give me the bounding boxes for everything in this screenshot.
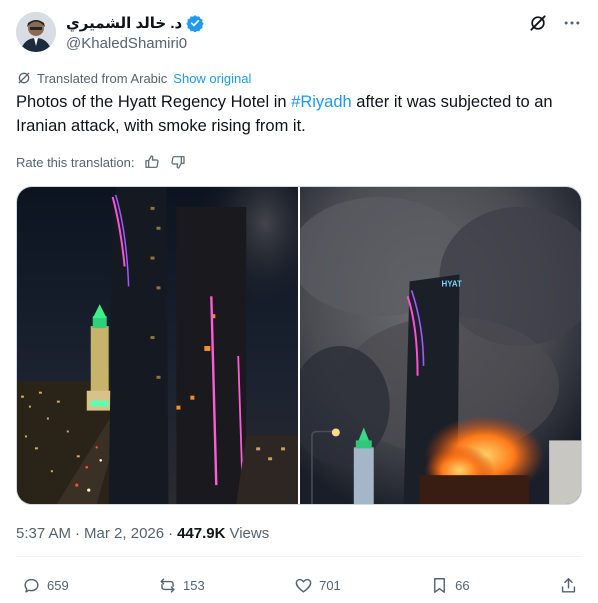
repost-count: 153	[183, 577, 205, 593]
more-icon[interactable]	[562, 13, 582, 33]
rate-translation: Rate this translation:	[16, 153, 187, 171]
photo-1[interactable]	[17, 187, 298, 504]
meta-separator: ·	[75, 525, 81, 542]
photo-2[interactable]: HYAT	[300, 187, 581, 504]
translation-notice: Translated from Arabic Show original	[16, 70, 251, 86]
tweet-time[interactable]: 5:37 AM	[16, 525, 71, 542]
tweet-date[interactable]: Mar 2, 2026	[84, 525, 164, 542]
tweet-text-before: Photos of the Hyatt Regency Hotel in	[16, 93, 292, 111]
rate-translation-label: Rate this translation:	[16, 154, 135, 170]
like-count: 701	[319, 577, 341, 593]
views-count: 447.9K	[177, 525, 226, 542]
verified-badge-icon	[186, 14, 204, 33]
bookmark-icon	[434, 577, 446, 593]
reply-count: 659	[47, 577, 69, 593]
divider	[16, 556, 582, 557]
repost-button[interactable]: 153	[158, 576, 205, 595]
thumbs-down-icon[interactable]	[169, 153, 187, 171]
heart-icon	[295, 578, 312, 593]
grok-icon[interactable]	[528, 13, 548, 33]
bookmark-button[interactable]: 66	[430, 576, 470, 595]
display-name[interactable]: د. خالد الشميري	[66, 14, 182, 32]
reply-button[interactable]: 659	[22, 576, 69, 595]
tweet-header: د. خالد الشميري @KhaledShamiri0	[16, 11, 582, 55]
like-button[interactable]: 701	[294, 576, 341, 595]
hashtag-link[interactable]: #Riyadh	[291, 93, 352, 111]
bookmark-count: 66	[455, 577, 470, 593]
translation-label: Translated from Arabic	[37, 70, 168, 86]
media-grid: HYAT	[16, 186, 582, 505]
avatar[interactable]	[16, 12, 56, 52]
svg-text:HYAT: HYAT	[441, 279, 461, 288]
tweet-meta: 5:37 AM · Mar 2, 2026 · 447.9K Views	[16, 525, 269, 542]
meta-separator: ·	[168, 525, 174, 542]
share-button[interactable]	[559, 576, 578, 595]
repost-icon	[160, 577, 175, 593]
share-icon	[561, 577, 576, 593]
action-bar: 659 153 701 66	[22, 574, 578, 596]
thumbs-up-icon[interactable]	[143, 153, 161, 171]
translate-icon	[16, 70, 32, 86]
tweet-text: Photos of the Hyatt Regency Hotel in #Ri…	[16, 90, 582, 138]
show-original-link[interactable]: Show original	[173, 71, 251, 86]
handle[interactable]: @KhaledShamiri0	[66, 35, 204, 52]
reply-icon	[24, 578, 39, 593]
views-label: Views	[229, 525, 270, 542]
